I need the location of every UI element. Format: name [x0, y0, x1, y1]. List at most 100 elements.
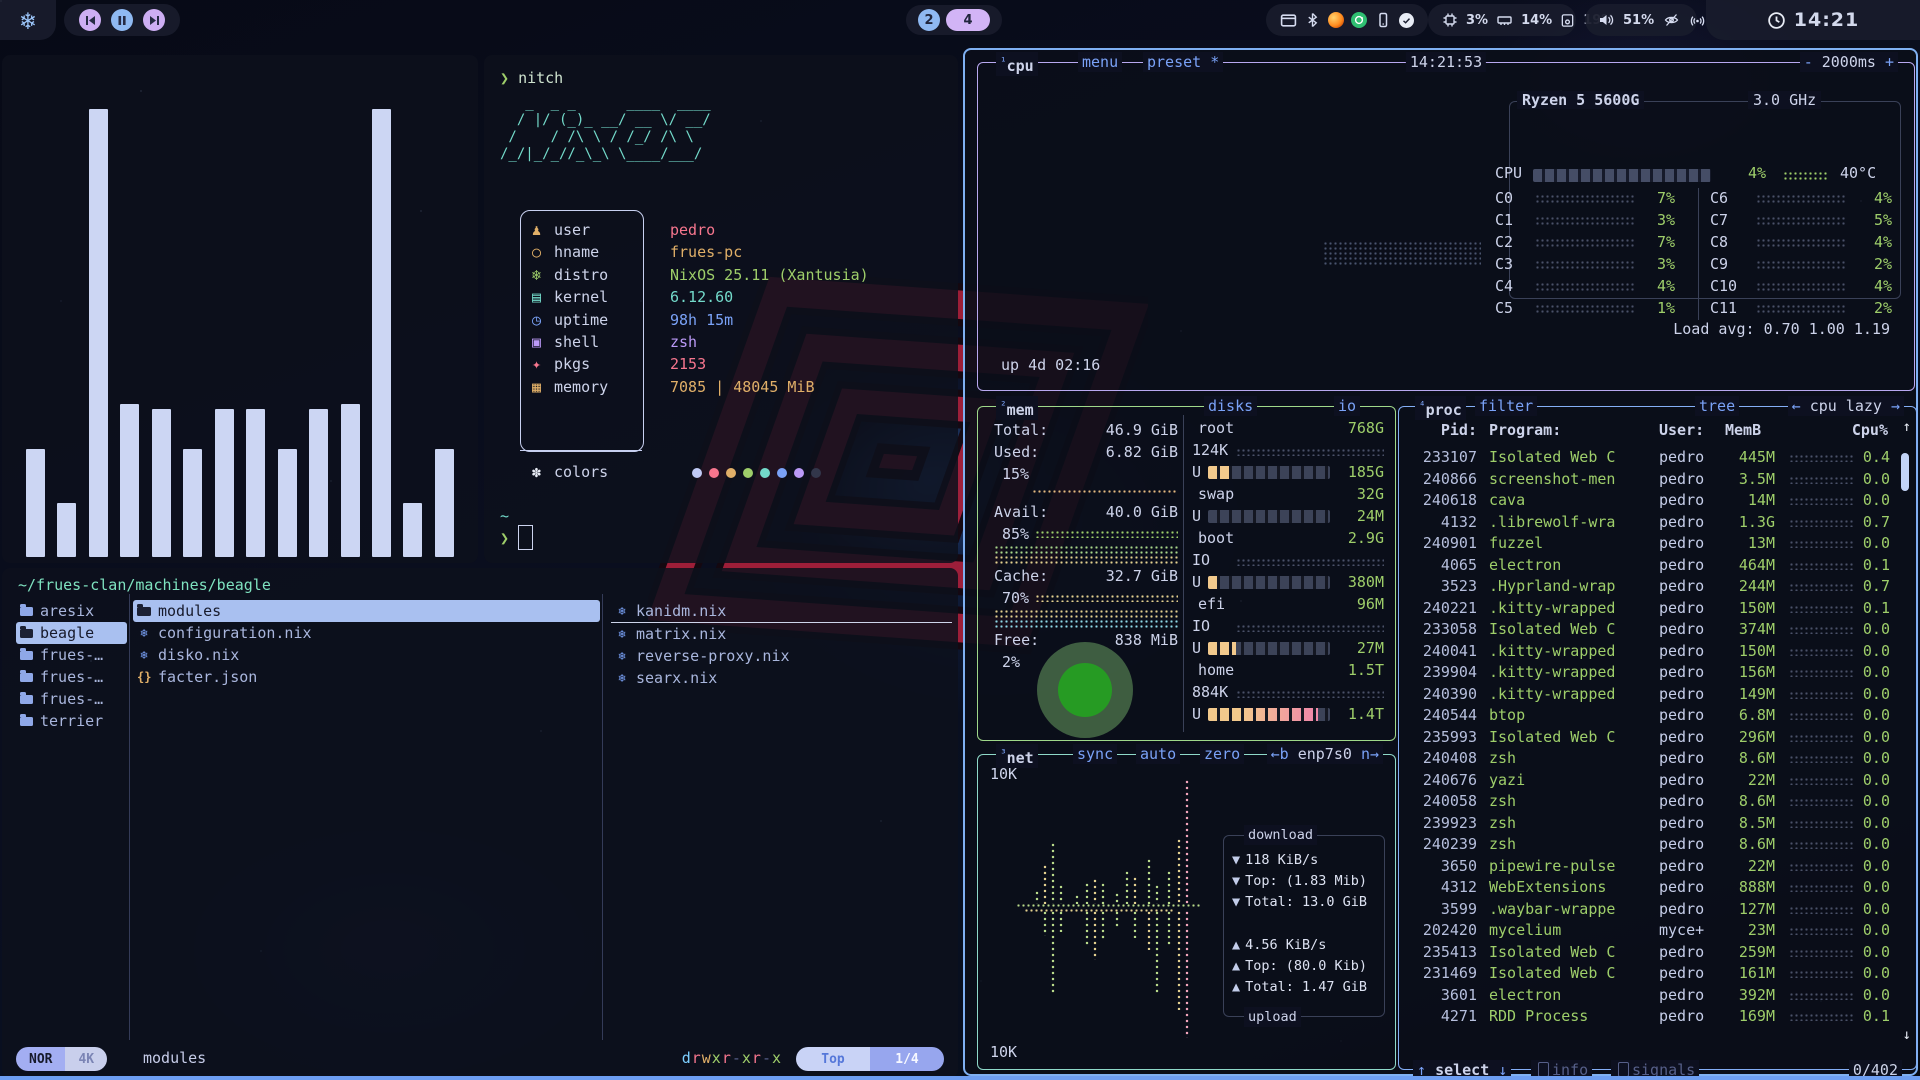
- scroll-up-arrow[interactable]: ↑: [1903, 419, 1911, 435]
- media-next-button[interactable]: [143, 9, 165, 31]
- process-row[interactable]: 233107 Isolated Web C pedro 445M 0.4: [1407, 447, 1890, 469]
- process-row[interactable]: 240676 yazi pedro 22M 0.0: [1407, 770, 1890, 792]
- process-row[interactable]: 4271 RDD Process pedro 169M 0.1: [1407, 1006, 1890, 1028]
- zero-button[interactable]: zero: [1200, 744, 1244, 764]
- process-row[interactable]: 4312 WebExtensions pedro 888M 0.0: [1407, 877, 1890, 899]
- column-divider: [129, 594, 130, 1040]
- process-row[interactable]: 240544 btop pedro 6.8M 0.0: [1407, 705, 1890, 727]
- process-row[interactable]: 4065 electron pedro 464M 0.1: [1407, 555, 1890, 577]
- parent-dir-item[interactable]: frues-…: [16, 688, 127, 710]
- info-row-icon: ◷: [532, 309, 554, 331]
- launcher-button[interactable]: ❄: [0, 0, 56, 40]
- preview-list-item[interactable]: ❄ reverse-proxy.nix: [611, 645, 952, 667]
- yazi-status-bar: NOR 4K modules drwxr-xr-x Top 1/4: [2, 1046, 958, 1072]
- process-row[interactable]: 202420 mycelium myce+ 23M 0.0: [1407, 920, 1890, 942]
- cwd-indicator: ~: [500, 507, 509, 525]
- phone-icon[interactable]: [1375, 12, 1391, 28]
- preview-list-item[interactable]: ❄ kanidm.nix: [611, 600, 952, 623]
- process-row[interactable]: 240390 .kitty-wrapped pedro 149M 0.0: [1407, 684, 1890, 706]
- process-row[interactable]: 3599 .waybar-wrappe pedro 127M 0.0: [1407, 899, 1890, 921]
- syncthing-icon[interactable]: [1351, 12, 1367, 28]
- upload-label: upload: [1244, 1007, 1301, 1027]
- net-graph-column: [1092, 878, 1098, 904]
- parent-dir-item[interactable]: frues-…: [16, 666, 127, 688]
- parent-dir-item[interactable]: frues-…: [16, 644, 127, 666]
- file-name: reverse-proxy.nix: [636, 645, 790, 667]
- filter-button[interactable]: filter: [1475, 396, 1537, 416]
- info-row-value: 6.12.60: [642, 286, 733, 308]
- btop-clock: 14:21:53: [1406, 52, 1486, 72]
- bluetooth-icon[interactable]: [1305, 12, 1320, 28]
- check-tray-icon[interactable]: [1399, 13, 1414, 28]
- color-dot: [692, 468, 702, 478]
- volume-icon[interactable]: [1597, 12, 1614, 28]
- process-row[interactable]: 240866 screenshot-men pedro 3.5M 0.0: [1407, 469, 1890, 491]
- clock-widget[interactable]: 14:21: [1706, 0, 1920, 40]
- menu-button[interactable]: menu: [1078, 52, 1122, 72]
- workspace-2[interactable]: 2: [918, 9, 940, 31]
- parent-dir-item[interactable]: beagle: [16, 622, 127, 644]
- folder-icon: [20, 673, 33, 682]
- media-previous-button[interactable]: [79, 9, 101, 31]
- parent-dir-item[interactable]: aresix: [16, 600, 127, 622]
- process-row[interactable]: 240408 zsh pedro 8.6M 0.0: [1407, 748, 1890, 770]
- file-list-item[interactable]: ❄ {} modules: [133, 600, 600, 622]
- core-list-left: C0 7% C1 3% C2 7% C3 3% C4: [1495, 187, 1675, 319]
- parent-dir-item[interactable]: terrier: [16, 710, 127, 732]
- process-row[interactable]: 235993 Isolated Web C pedro 296M 0.0: [1407, 727, 1890, 749]
- broadcast-icon[interactable]: [1689, 12, 1706, 28]
- process-row[interactable]: 239904 .kitty-wrapped pedro 156M 0.0: [1407, 662, 1890, 684]
- process-row[interactable]: 3650 pipewire-pulse pedro 22M 0.0: [1407, 856, 1890, 878]
- folder-icon: [20, 629, 33, 638]
- process-row[interactable]: 239923 zsh pedro 8.5M 0.0: [1407, 813, 1890, 835]
- clock-time: 14:21: [1794, 9, 1859, 31]
- process-row[interactable]: 240041 .kitty-wrapped pedro 150M 0.0: [1407, 641, 1890, 663]
- avail-graph: [994, 545, 1178, 565]
- process-row[interactable]: 4132 .librewolf-wra pedro 1.3G 0.7: [1407, 512, 1890, 534]
- eye-off-icon[interactable]: [1663, 12, 1680, 28]
- cpu-panel-title[interactable]: ¹cpu: [996, 52, 1038, 76]
- info-row-icon: ❄: [532, 264, 554, 286]
- preview-list-item[interactable]: ❄ searx.nix: [611, 667, 952, 689]
- preset-button[interactable]: preset *: [1143, 52, 1223, 72]
- file-list-item[interactable]: ❄ {} configuration.nix: [133, 622, 600, 644]
- process-row[interactable]: 240239 zsh pedro 8.6M 0.0: [1407, 834, 1890, 856]
- sort-selector[interactable]: ← cpu lazy →: [1788, 396, 1904, 416]
- process-row[interactable]: 3601 electron pedro 392M 0.0: [1407, 985, 1890, 1007]
- tree-button[interactable]: tree: [1695, 396, 1739, 416]
- memory-icon: [1496, 12, 1513, 28]
- disks-toggle[interactable]: disks: [1204, 396, 1257, 416]
- mem-panel-title[interactable]: ²mem: [996, 396, 1038, 420]
- clock-icon: [1767, 11, 1786, 30]
- process-row[interactable]: 231469 Isolated Web C pedro 161M 0.0: [1407, 963, 1890, 985]
- auto-button[interactable]: auto: [1136, 744, 1180, 764]
- network-panel: ³net sync auto zero ←b enp7s0 n→ 10K 10K…: [977, 754, 1396, 1070]
- file-list-item[interactable]: ❄ {} facter.json: [133, 666, 600, 688]
- network-graph: [988, 777, 1220, 1045]
- process-row[interactable]: 235413 Isolated Web C pedro 259M 0.0: [1407, 942, 1890, 964]
- interface-selector[interactable]: ←b enp7s0 n→: [1267, 744, 1383, 764]
- dir-name: frues-…: [40, 666, 103, 688]
- scrollbar-thumb[interactable]: [1901, 453, 1909, 491]
- io-toggle[interactable]: io: [1334, 396, 1360, 416]
- process-scrollbar[interactable]: [1901, 447, 1909, 1041]
- process-row[interactable]: 233058 Isolated Web C pedro 374M 0.0: [1407, 619, 1890, 641]
- media-pause-button[interactable]: [111, 9, 133, 31]
- process-row[interactable]: 3523 .Hyprland-wrap pedro 244M 0.7: [1407, 576, 1890, 598]
- disk-used-bar: [1208, 466, 1232, 479]
- scroll-down-arrow[interactable]: ↓: [1903, 1027, 1911, 1043]
- process-row[interactable]: 240058 zsh pedro 8.6M 0.0: [1407, 791, 1890, 813]
- terminal-window-icon[interactable]: [1280, 12, 1297, 29]
- refresh-interval-control[interactable]: - 2000ms +: [1800, 52, 1898, 72]
- process-row[interactable]: 240901 fuzzel pedro 13M 0.0: [1407, 533, 1890, 555]
- browser-tray-icon[interactable]: [1328, 12, 1344, 28]
- proc-panel-title[interactable]: ⁴proc: [1415, 396, 1466, 420]
- file-list-item[interactable]: ❄ {} disko.nix: [133, 644, 600, 666]
- workspace-4-active[interactable]: 4: [946, 9, 990, 31]
- sync-button[interactable]: sync: [1073, 744, 1117, 764]
- process-row[interactable]: 240618 cava pedro 14M 0.0: [1407, 490, 1890, 512]
- colors-label: colors: [554, 463, 642, 481]
- info-row-label: memory: [554, 376, 642, 398]
- process-row[interactable]: 240221 .kitty-wrapped pedro 150M 0.1: [1407, 598, 1890, 620]
- preview-list-item[interactable]: ❄ matrix.nix: [611, 623, 952, 645]
